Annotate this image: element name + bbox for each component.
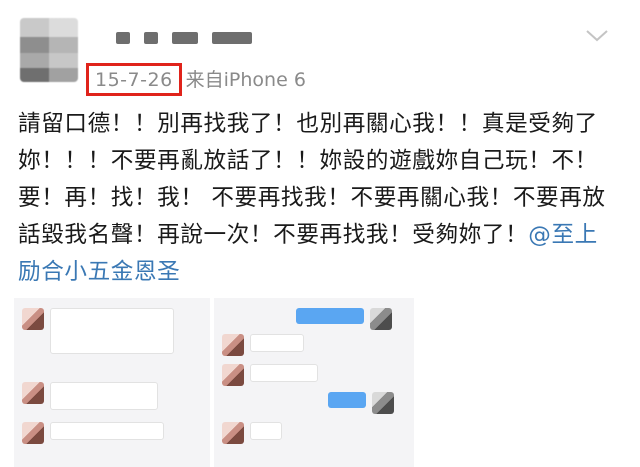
chat-bubble xyxy=(250,364,318,382)
chat-screenshot-image[interactable] xyxy=(14,298,210,467)
post-date: 15-7-26 xyxy=(86,63,182,96)
blurred-name-block xyxy=(144,32,158,44)
chat-bubble xyxy=(50,382,158,410)
blurred-name-block xyxy=(172,32,198,44)
blurred-name-block xyxy=(116,32,130,44)
chat-bubble xyxy=(50,422,164,440)
chat-bubble xyxy=(250,334,304,352)
chat-row xyxy=(222,364,318,386)
chat-row xyxy=(22,382,158,410)
chat-screenshot-image[interactable] xyxy=(214,298,414,467)
chat-avatar xyxy=(222,422,244,444)
chat-row xyxy=(22,422,164,444)
chat-row xyxy=(222,422,282,444)
chat-avatar xyxy=(222,364,244,386)
chat-bubble xyxy=(50,308,174,354)
chat-row-outgoing xyxy=(328,392,394,414)
chat-bubble-blue xyxy=(296,308,364,324)
avatar[interactable] xyxy=(20,18,78,82)
username-blurred[interactable] xyxy=(116,32,252,44)
chat-avatar xyxy=(22,308,44,330)
post-meta: 15-7-26 来自iPhone 6 xyxy=(86,63,306,96)
weibo-post: 15-7-26 来自iPhone 6 請留口德！！別再找我了！也別再關心我！！真… xyxy=(0,0,640,467)
chat-row xyxy=(22,308,174,354)
chat-avatar xyxy=(222,334,244,356)
chat-bubble xyxy=(250,422,282,440)
chat-avatar xyxy=(22,422,44,444)
chat-bubble-blue xyxy=(328,392,366,408)
chat-row-outgoing xyxy=(296,308,392,330)
chat-row xyxy=(222,334,304,356)
chat-avatar xyxy=(22,382,44,404)
blurred-name-block xyxy=(212,32,252,44)
post-body: 請留口德！！別再找我了！也別再關心我！！真是受夠了妳！！！不要再亂放話了！！妳設… xyxy=(18,106,618,291)
post-source: 来自iPhone 6 xyxy=(185,68,306,91)
chat-avatar xyxy=(372,392,394,414)
chevron-down-icon[interactable] xyxy=(584,26,610,46)
chat-avatar xyxy=(370,308,392,330)
post-text: 請留口德！！別再找我了！也別再關心我！！真是受夠了妳！！！不要再亂放話了！！妳設… xyxy=(18,111,606,248)
